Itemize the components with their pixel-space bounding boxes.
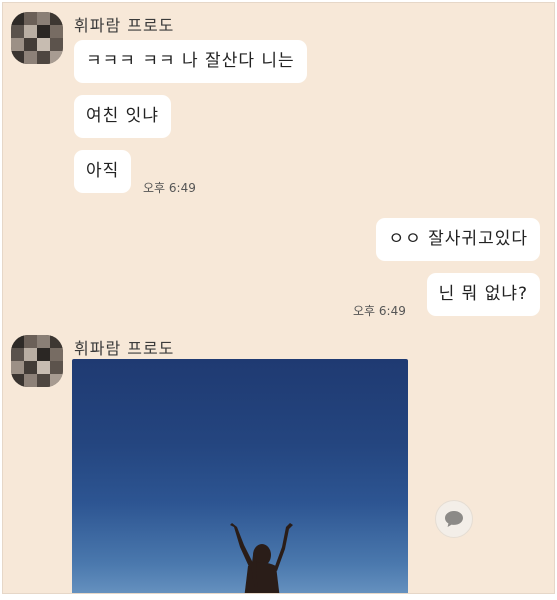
speech-bubble-icon xyxy=(445,511,463,527)
sender-name-2: 휘파람 프로도 xyxy=(74,339,175,358)
received-timestamp: 오후 6:49 xyxy=(143,181,196,195)
photo-message[interactable] xyxy=(72,359,408,593)
received-message-2[interactable]: 여친 잇냐 xyxy=(74,95,171,138)
sent-message-1[interactable]: ㅇㅇ 잘사귀고있다 xyxy=(376,218,540,261)
sender-avatar[interactable] xyxy=(11,12,63,64)
sender-name: 휘파람 프로도 xyxy=(74,16,175,35)
chat-screen: 휘파람 프로도 ㅋㅋㅋ ㅋㅋ 나 잘산다 니는 여친 잇냐 아직 오후 6:49… xyxy=(2,2,555,594)
sender-avatar-2[interactable] xyxy=(11,335,63,387)
sent-timestamp: 오후 6:49 xyxy=(353,304,406,318)
received-message-3[interactable]: 아직 xyxy=(74,150,132,193)
sent-message-2[interactable]: 닌 뭐 없냐? xyxy=(426,273,540,316)
share-button[interactable] xyxy=(435,500,473,538)
photo-silhouette xyxy=(230,523,293,593)
received-message-1[interactable]: ㅋㅋㅋ ㅋㅋ 나 잘산다 니는 xyxy=(74,40,307,83)
